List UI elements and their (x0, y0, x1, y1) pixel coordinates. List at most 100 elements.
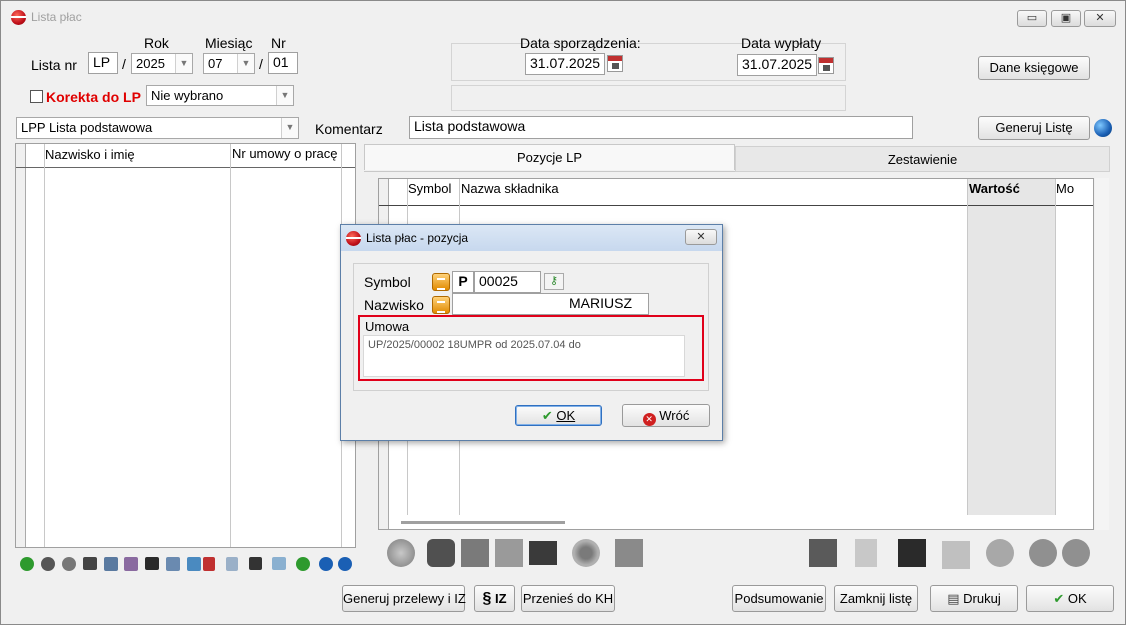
calendar-icon[interactable] (607, 55, 623, 72)
positions-grid-header: Symbol Nazwa składnika Wartość Mo (379, 179, 1093, 206)
komentarz-field[interactable]: Lista podstawowa (409, 116, 913, 139)
filter-icon[interactable] (124, 557, 138, 571)
main-window: Lista płac ▭ ▣ ✕ Rok Miesiąc Nr Lista nr… (0, 0, 1126, 625)
add-icon[interactable] (20, 557, 34, 571)
calendar-icon[interactable] (818, 57, 834, 74)
minimize-button[interactable]: ▭ (1017, 10, 1047, 27)
col-mo[interactable]: Mo (1056, 181, 1074, 196)
doc-icon[interactable] (226, 557, 238, 571)
import-icon[interactable] (272, 557, 286, 570)
przenies-do-kh-button[interactable]: Przenieś do KH (521, 585, 615, 612)
refresh-icon[interactable] (986, 539, 1014, 567)
generuj-przelewy-button[interactable]: Generuj przelewy i IZ (342, 585, 466, 612)
save-icon[interactable] (898, 539, 926, 567)
app-logo-icon (11, 10, 26, 25)
nazwisko-field[interactable]: MARIUSZ (452, 293, 649, 315)
col-nazwisko[interactable]: Nazwisko i imię (45, 147, 135, 162)
gear-icon[interactable] (572, 539, 600, 567)
miesiac-value: 07 (208, 56, 223, 71)
data-sporzadzenia-label: Data sporządzenia: (520, 35, 641, 51)
chevron-down-icon[interactable]: ▼ (281, 118, 298, 138)
remove-icon[interactable] (41, 557, 55, 571)
globe-icon[interactable] (1094, 119, 1112, 137)
check-icon: ✔ (541, 408, 553, 423)
key-icon[interactable]: ⚷ (544, 273, 564, 290)
h-scrollbar-thumb[interactable] (401, 521, 565, 524)
chevron-down-icon[interactable]: ▼ (276, 86, 293, 105)
dialog-ok-label: OK (556, 408, 576, 423)
tab-zestawienie[interactable]: Zestawienie (735, 146, 1110, 172)
grid-icon[interactable] (461, 539, 489, 567)
save-icon[interactable] (249, 557, 262, 570)
calculator-icon[interactable] (529, 541, 557, 565)
chart-icon[interactable] (809, 539, 837, 567)
podsumowanie-button[interactable]: Podsumowanie (732, 585, 826, 612)
v-scrollbar[interactable] (1095, 178, 1109, 530)
data-sporzadzenia-field[interactable]: 31.07.2025 (525, 53, 605, 75)
prev-icon[interactable] (319, 557, 333, 571)
symbol-label: Symbol (364, 274, 411, 290)
edit-icon[interactable] (62, 557, 76, 571)
nazwisko-label: Nazwisko (364, 297, 424, 313)
wroc-label: Wróć (659, 408, 690, 423)
lookup-icon[interactable] (432, 273, 450, 291)
korekta-checkbox[interactable] (30, 90, 43, 103)
window-icon[interactable] (615, 539, 643, 567)
lp-field[interactable]: LP (88, 52, 118, 74)
copy-icon[interactable] (942, 541, 970, 569)
umowa-label: Umowa (365, 319, 410, 334)
data-wyplaty-field[interactable]: 31.07.2025 (737, 54, 817, 76)
lista-nr-label: Lista nr (31, 57, 77, 73)
umowa-field[interactable]: UP/2025/00002 18UMPR od 2025.07.04 do (363, 335, 685, 377)
symbol-prefix-field[interactable]: P (452, 271, 474, 293)
chevron-down-icon[interactable]: ▼ (237, 54, 254, 73)
lpp-combo[interactable]: LPP Lista podstawowa ▼ (16, 117, 299, 139)
dialog-ok-button[interactable]: ✔ OK (515, 405, 602, 426)
col-nr-umowy[interactable]: Nr umowy o pracę (232, 147, 342, 161)
rok-combo[interactable]: 2025 ▼ (131, 53, 193, 74)
dialog-close-button[interactable]: ✕ (685, 229, 717, 245)
slash-2: / (259, 56, 263, 72)
check-icon: ✔ (1053, 591, 1065, 606)
maximize-button[interactable]: ▣ (1051, 10, 1081, 27)
korekta-combo[interactable]: Nie wybrano ▼ (146, 85, 294, 106)
col-symbol[interactable]: Symbol (408, 181, 451, 196)
delete-doc-icon[interactable] (203, 557, 215, 571)
h-scrollbar[interactable] (389, 515, 1093, 529)
binoculars-icon[interactable] (427, 539, 455, 567)
close-button[interactable]: ✕ (1084, 10, 1116, 27)
ok-button[interactable]: ✔ OK (1026, 585, 1114, 612)
tab-pozycje-lp[interactable]: Pozycje LP (364, 144, 735, 170)
settings-icon[interactable] (166, 557, 180, 571)
korekta-label: Korekta do LP (46, 89, 141, 105)
slash-1: / (122, 56, 126, 72)
ok-label: OK (1067, 591, 1087, 606)
col-nazwa[interactable]: Nazwa składnika (461, 181, 559, 196)
filter-icon[interactable] (495, 539, 523, 567)
cancel-icon: ✕ (642, 413, 656, 426)
next-icon[interactable] (1062, 539, 1090, 567)
col-wartosc[interactable]: Wartość (969, 181, 1020, 196)
calculator-icon[interactable] (145, 557, 159, 570)
chevron-down-icon[interactable]: ▼ (175, 54, 192, 73)
miesiac-combo[interactable]: 07 ▼ (203, 53, 255, 74)
generuj-liste-button[interactable]: Generuj Listę (978, 116, 1090, 140)
table-icon[interactable] (104, 557, 118, 571)
binoculars-icon[interactable] (83, 557, 97, 570)
employee-grid[interactable]: Nazwisko i imię Nr umowy o pracę (15, 143, 356, 548)
refresh-icon[interactable] (296, 557, 310, 571)
next-icon[interactable] (338, 557, 352, 571)
dane-ksiegowe-button[interactable]: Dane księgowe (978, 56, 1090, 80)
document-icon[interactable] (855, 539, 877, 567)
copy-icon[interactable] (187, 557, 201, 571)
nr-field[interactable]: 01 (268, 52, 298, 74)
zamknij-liste-button[interactable]: Zamknij listę (834, 585, 918, 612)
wroc-button[interactable]: ✕ Wróć (622, 404, 710, 427)
symbol-field[interactable]: 00025 (474, 271, 541, 293)
prev-icon[interactable] (1029, 539, 1057, 567)
iz-button[interactable]: § IZ (474, 585, 515, 612)
data-wyplaty-label: Data wypłaty (741, 35, 822, 51)
lookup-icon[interactable] (432, 296, 450, 314)
drukuj-button[interactable]: ▤ Drukuj (930, 585, 1018, 612)
search-icon[interactable] (387, 539, 415, 567)
